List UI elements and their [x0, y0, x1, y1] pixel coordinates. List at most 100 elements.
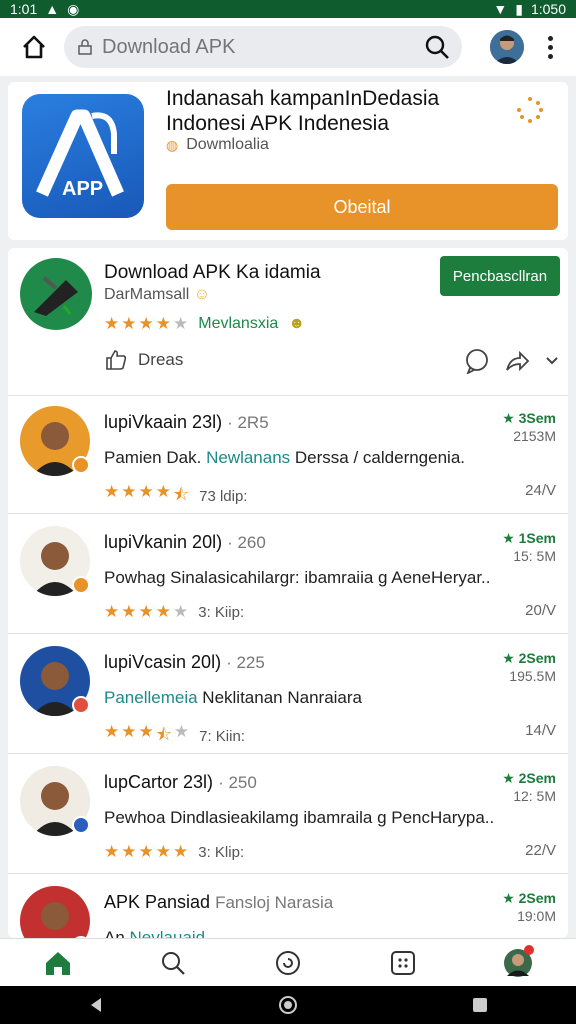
item-body-link[interactable]: Newlanans	[206, 448, 290, 467]
search-input[interactable]	[102, 35, 416, 59]
nav-apps[interactable]	[383, 943, 423, 983]
app-icon[interactable]: APP	[22, 94, 144, 218]
chevron-down-icon[interactable]	[544, 353, 560, 369]
nav-search[interactable]	[153, 943, 193, 983]
nav-home[interactable]	[38, 943, 78, 983]
home-icon	[45, 951, 70, 975]
item-score-text: 1Sem	[518, 530, 556, 546]
home-button[interactable]	[14, 27, 54, 67]
install-button[interactable]: Obeital	[166, 184, 558, 230]
list-item[interactable]: lupiVcasin 20l) · 225 Panellemeia Neklit…	[8, 636, 568, 754]
item-avatar	[20, 886, 90, 938]
item-score: ★ 2Sem	[502, 650, 556, 666]
item-meta: · 225	[226, 653, 265, 672]
item-body-text: Powhag Sinalasicahilargr: ibamraiia g Ae…	[104, 568, 491, 587]
status-clock: 1:050	[530, 1, 566, 17]
star-icon: ★	[104, 842, 120, 861]
star-icon: ★	[155, 602, 171, 621]
item-rating: ★ ★ ★ ★ ★ 3: Klip:	[104, 842, 244, 862]
item-body-rest: Derssa / calderngenia.	[294, 448, 465, 467]
search-bar[interactable]	[64, 26, 462, 68]
featured-actions	[464, 348, 560, 374]
recents-icon[interactable]	[471, 996, 489, 1014]
star-icon: ★	[104, 314, 120, 333]
item-rating-label: 7: Kiin:	[199, 728, 245, 745]
star-icon: ★	[155, 482, 171, 501]
app-icon-text: APP	[62, 178, 104, 200]
like-row[interactable]: Dreas	[104, 348, 183, 372]
apps-grid-icon	[391, 950, 416, 975]
back-icon[interactable]	[87, 996, 105, 1014]
star-rating: ★ ★ ★ ⯪ ★	[104, 722, 189, 751]
emoji-icon: ☻	[288, 315, 306, 332]
featured-post[interactable]: Download APK Ka idamia DarMamsall ☺ ★ ★ ★ ★…	[8, 248, 568, 396]
star-icon: ★	[155, 842, 171, 861]
item-body-link[interactable]: Panellemeia	[104, 688, 198, 707]
app-header-card: APP Indanasah kampanInDedasia Indonesi A…	[8, 82, 568, 240]
message-icon: ◉	[67, 0, 80, 17]
item-title: lupiVkanin 20l) · 260	[104, 532, 266, 553]
item-title: lupiVcasin 20l) · 225	[104, 652, 265, 673]
star-icon: ★	[121, 482, 137, 501]
profile-avatar[interactable]	[490, 30, 524, 64]
item-meta: · 250	[218, 773, 257, 792]
review-feed: Download APK Ka idamia DarMamsall ☺ ★ ★ ★ ★…	[8, 248, 568, 938]
item-body-link[interactable]: Nevlauaid	[130, 928, 206, 938]
item-title-text: lupiVkaain 23l)	[104, 412, 223, 432]
home-circle-icon[interactable]	[278, 995, 298, 1015]
featured-action-button[interactable]: Pencbascllran	[440, 256, 560, 296]
featured-rating: ★ ★ ★ ★ ★ Mevlansxia ☻	[104, 314, 305, 334]
featured-subtitle: DarMamsall ☺	[104, 286, 210, 304]
list-item[interactable]: lupiVkaain 23l) · 2R5 Pamien Dak. Newlan…	[8, 396, 568, 514]
item-time: 19:0M	[517, 908, 556, 924]
bottom-navigation	[0, 938, 576, 986]
item-score: ★ 2Sem	[502, 890, 556, 906]
star-rating: ★ ★ ★ ★ ★	[104, 602, 188, 622]
star-icon: ★	[138, 482, 154, 501]
nav-profile[interactable]	[498, 943, 538, 983]
item-count: 22/V	[525, 842, 556, 859]
lock-icon	[78, 39, 92, 55]
item-rating: ★ ★ ★ ★ ★ 3: Kiip:	[104, 602, 244, 622]
search-icon[interactable]	[424, 34, 450, 60]
star-icon: ★	[173, 314, 189, 333]
item-title: lupiVkaain 23l) · 2R5	[104, 412, 269, 433]
star-icon: ★	[138, 602, 154, 621]
notification-dot	[524, 944, 535, 955]
wifi-icon: ▼	[493, 1, 508, 17]
item-rating-label: 73 ldip:	[199, 488, 248, 505]
star-icon: ★	[121, 722, 137, 741]
item-body-text: An	[104, 928, 125, 938]
comment-icon[interactable]	[464, 348, 490, 374]
item-time: 2153M	[513, 428, 556, 444]
item-count: 14/V	[525, 722, 556, 739]
home-icon	[23, 35, 45, 59]
star-icon: ★	[121, 602, 137, 621]
item-score-text: 3Sem	[518, 410, 556, 426]
list-item[interactable]: lupiVkanin 20l) · 260 Powhag Sinalasicah…	[8, 516, 568, 634]
item-title-text: lupiVcasin 20l)	[104, 652, 222, 672]
developer-name: Dowmloalia	[186, 136, 269, 153]
item-rating-label: 3: Kiip:	[198, 603, 245, 621]
verified-badge-icon	[72, 456, 90, 474]
item-body-text: Pewhoa Dindlasieakilamg ibamraila g Penc…	[104, 808, 495, 827]
star-icon: ★	[155, 314, 171, 333]
list-item[interactable]: lupCartor 23l) · 250 Pewhoa Dindlasieaki…	[8, 756, 568, 874]
nav-updates[interactable]	[268, 943, 308, 983]
list-item[interactable]: APK Pansiad Fansloj Narasia An Nevlauaid…	[8, 876, 568, 938]
share-icon[interactable]	[504, 348, 530, 374]
item-score: ★ 3Sem	[502, 410, 556, 426]
item-title: APK Pansiad Fansloj Narasia	[104, 892, 333, 913]
item-meta: Fansloj Narasia	[215, 893, 334, 912]
thumbs-up-icon[interactable]	[104, 348, 128, 372]
item-body: Panellemeia Neklitanan Nanraiara	[104, 688, 362, 708]
item-title-text: APK Pansiad	[104, 892, 211, 912]
overflow-menu-button[interactable]	[540, 35, 560, 59]
item-rating: ★ ★ ★ ⯪ ★ 7: Kiin:	[104, 722, 245, 751]
item-body: Pamien Dak. Newlanans Derssa / caldernge…	[104, 448, 465, 468]
emoji-icon: ☺	[193, 286, 211, 303]
star-icon: ★	[138, 314, 154, 333]
developer-row[interactable]: ◍ Dowmloalia	[166, 136, 269, 154]
item-body: Powhag Sinalasicahilargr: ibamraiia g Ae…	[104, 568, 490, 588]
item-body-text: Pamien Dak.	[104, 448, 202, 467]
